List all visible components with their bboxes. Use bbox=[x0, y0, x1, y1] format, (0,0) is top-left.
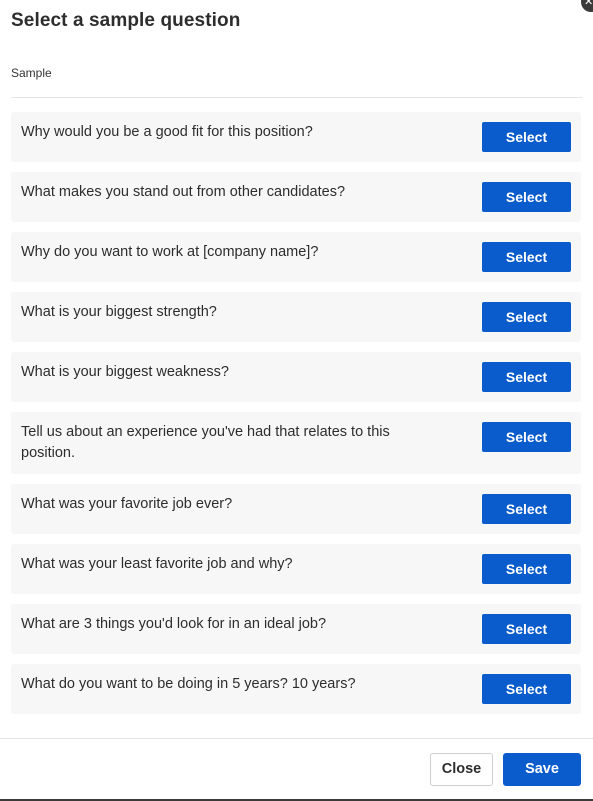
select-button[interactable]: Select bbox=[482, 614, 571, 644]
question-row: What is your biggest weakness? Select bbox=[11, 352, 581, 402]
select-button[interactable]: Select bbox=[482, 674, 571, 704]
question-row: What do you want to be doing in 5 years?… bbox=[11, 664, 581, 714]
sample-question-modal: ✕ Select a sample question Sample Why wo… bbox=[0, 0, 593, 801]
question-text: What is your biggest weakness? bbox=[21, 364, 229, 380]
close-icon[interactable]: ✕ bbox=[581, 0, 593, 12]
question-text: Why do you want to work at [company name… bbox=[21, 244, 319, 260]
question-text: Tell us about an experience you've had t… bbox=[21, 424, 390, 461]
question-row: Tell us about an experience you've had t… bbox=[11, 412, 581, 474]
modal-title: Select a sample question bbox=[11, 10, 241, 31]
question-text: Why would you be a good fit for this pos… bbox=[21, 124, 313, 140]
question-text: What are 3 things you'd look for in an i… bbox=[21, 616, 327, 632]
select-button[interactable]: Select bbox=[482, 182, 571, 212]
section-label: Sample bbox=[11, 66, 52, 80]
select-button[interactable]: Select bbox=[482, 242, 571, 272]
question-row: What was your favorite job ever? Select bbox=[11, 484, 581, 534]
select-button[interactable]: Select bbox=[482, 122, 571, 152]
footer-divider bbox=[0, 738, 593, 739]
question-text: What do you want to be doing in 5 years?… bbox=[21, 676, 356, 692]
question-row: What makes you stand out from other cand… bbox=[11, 172, 581, 222]
select-button[interactable]: Select bbox=[482, 494, 571, 524]
question-text: What is your biggest strength? bbox=[21, 304, 217, 320]
select-button[interactable]: Select bbox=[482, 422, 571, 452]
select-button[interactable]: Select bbox=[482, 554, 571, 584]
question-list: Why would you be a good fit for this pos… bbox=[11, 112, 581, 724]
select-button[interactable]: Select bbox=[482, 362, 571, 392]
question-row: Why would you be a good fit for this pos… bbox=[11, 112, 581, 162]
select-button[interactable]: Select bbox=[482, 302, 571, 332]
question-text: What was your favorite job ever? bbox=[21, 496, 233, 512]
question-row: Why do you want to work at [company name… bbox=[11, 232, 581, 282]
question-text: What makes you stand out from other cand… bbox=[21, 184, 346, 200]
question-text: What was your least favorite job and why… bbox=[21, 556, 293, 572]
header-divider bbox=[11, 97, 582, 98]
question-row: What are 3 things you'd look for in an i… bbox=[11, 604, 581, 654]
question-row: What is your biggest strength? Select bbox=[11, 292, 581, 342]
save-button[interactable]: Save bbox=[503, 753, 581, 786]
close-button[interactable]: Close bbox=[430, 753, 493, 786]
question-row: What was your least favorite job and why… bbox=[11, 544, 581, 594]
